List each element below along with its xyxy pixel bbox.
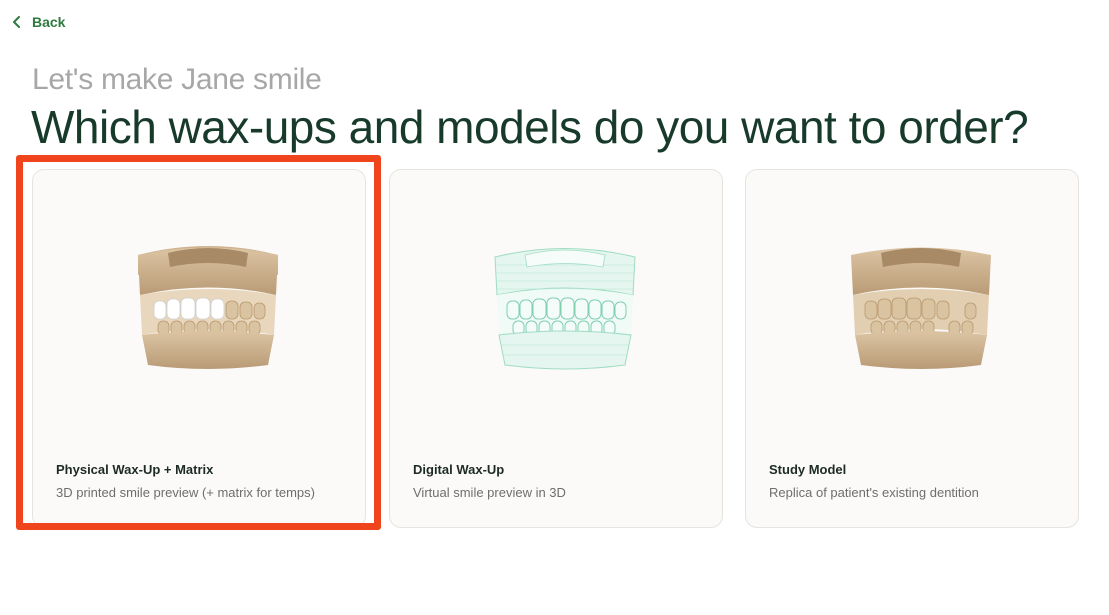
card-description: Virtual smile preview in 3D	[413, 485, 566, 500]
card-description: 3D printed smile preview (+ matrix for t…	[56, 485, 315, 500]
option-card-study-model[interactable]: Study Model Replica of patient's existin…	[745, 169, 1079, 528]
study-model-icon	[841, 235, 1001, 375]
digital-waxup-model-icon	[485, 235, 645, 375]
card-description: Replica of patient's existing dentition	[769, 485, 979, 500]
back-label: Back	[32, 14, 66, 30]
card-title: Physical Wax-Up + Matrix	[56, 462, 214, 477]
back-button[interactable]: Back	[12, 14, 65, 30]
option-card-digital-waxup[interactable]: Digital Wax-Up Virtual smile preview in …	[389, 169, 723, 528]
page-title: Which wax-ups and models do you want to …	[31, 101, 1029, 153]
physical-waxup-model-icon	[128, 235, 288, 375]
page-subtitle: Let's make Jane smile	[32, 63, 322, 96]
card-title: Digital Wax-Up	[413, 462, 505, 477]
chevron-left-icon	[12, 16, 22, 28]
option-card-physical-waxup[interactable]: Physical Wax-Up + Matrix 3D printed smil…	[32, 169, 366, 528]
card-title: Study Model	[769, 462, 847, 477]
